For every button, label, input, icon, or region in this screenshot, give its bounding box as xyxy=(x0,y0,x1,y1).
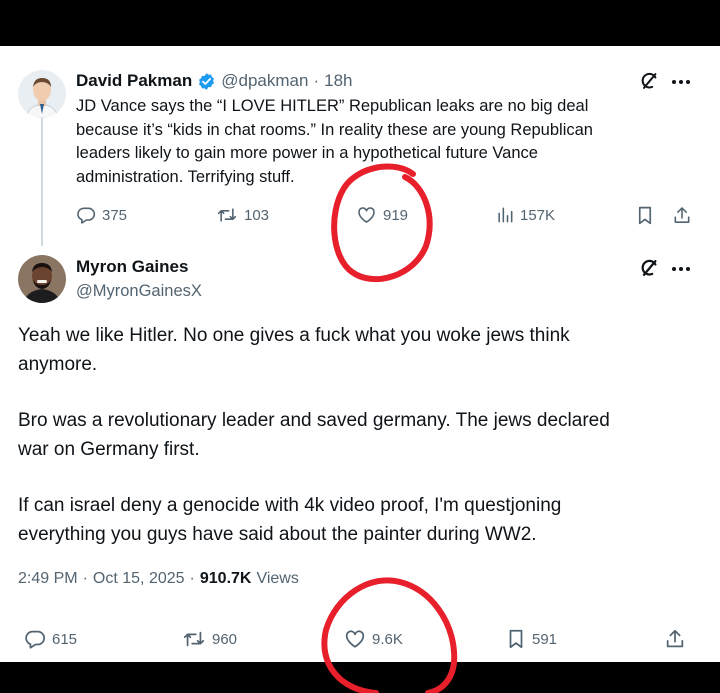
annotation-circle-likes-tweet2 xyxy=(321,577,458,693)
